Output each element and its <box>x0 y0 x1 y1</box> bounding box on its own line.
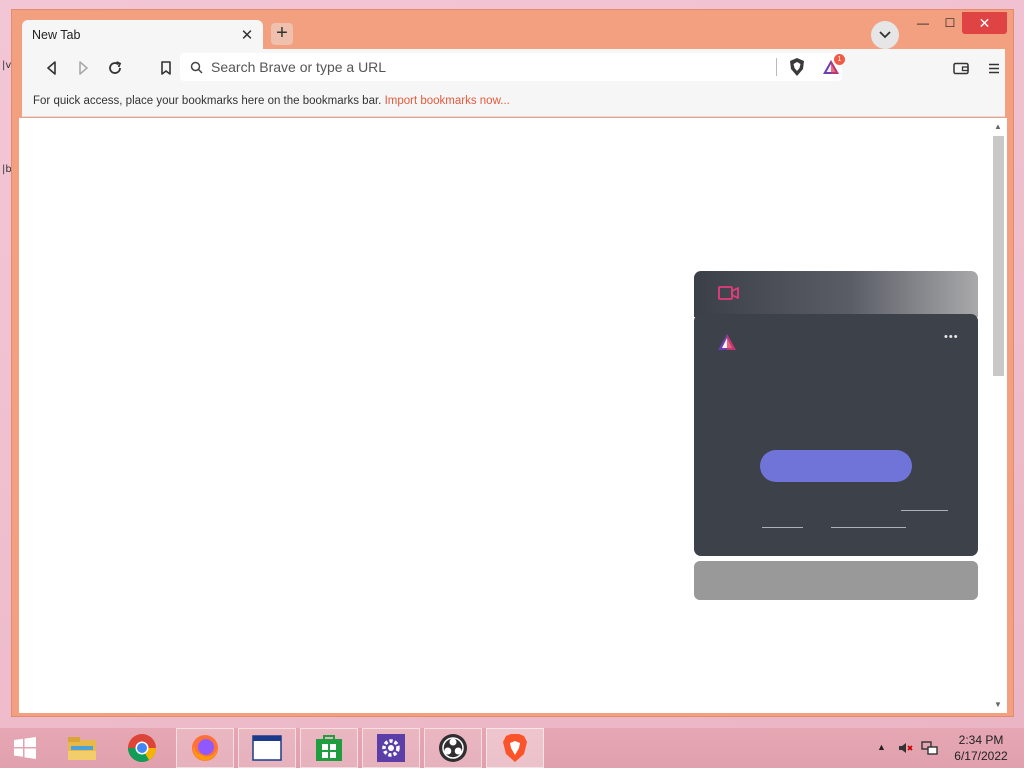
window-icon <box>252 735 282 761</box>
taskbar-chrome[interactable] <box>114 728 170 768</box>
scrollbar[interactable]: ▲ ▼ <box>990 118 1007 713</box>
address-bar[interactable]: 1 <box>180 53 845 82</box>
folder-icon <box>68 737 96 760</box>
clock-date: 6/17/2022 <box>954 749 1008 763</box>
bookmarks-bar-message: For quick access, place your bookmarks h… <box>33 95 382 107</box>
brave-lion-icon <box>503 734 527 762</box>
chrome-icon <box>128 734 156 762</box>
forward-icon <box>79 61 88 75</box>
panel-footer <box>694 561 978 600</box>
rewards-link[interactable] <box>762 527 803 528</box>
rewards-panel: ••• <box>694 314 978 556</box>
brave-rewards-button[interactable]: 1 <box>822 54 845 82</box>
rewards-link[interactable] <box>901 510 948 511</box>
search-icon <box>190 61 203 74</box>
scroll-up-icon[interactable]: ▲ <box>994 122 1002 131</box>
wallet-button[interactable] <box>951 58 971 78</box>
volume-muted-icon[interactable] <box>897 740 913 756</box>
clock-time: 2:34 PM <box>958 733 1004 747</box>
firefox-icon <box>192 735 218 761</box>
taskbar-file-explorer[interactable] <box>54 728 110 768</box>
tab-strip: New Tab ✕ + — ☐ ✕ <box>12 10 1013 49</box>
hamburger-menu-icon <box>989 63 999 73</box>
toolbar: 1 <box>22 49 1005 87</box>
store-icon <box>316 735 342 761</box>
forward-button[interactable] <box>73 58 93 78</box>
close-window-button[interactable]: ✕ <box>962 12 1007 34</box>
scroll-down-icon[interactable]: ▼ <box>994 700 1002 709</box>
panel-header <box>694 271 978 317</box>
taskbar-firefox[interactable] <box>176 728 234 768</box>
bookmark-icon <box>161 60 171 75</box>
more-options-icon[interactable]: ••• <box>944 331 959 343</box>
network-icon[interactable] <box>921 740 939 756</box>
settings-gear-icon <box>377 734 405 762</box>
taskbar-obs[interactable] <box>424 728 482 768</box>
taskbar-window-app[interactable] <box>238 728 296 768</box>
browser-window: New Tab ✕ + — ☐ ✕ Search Brave or type a… <box>11 9 1014 717</box>
obs-icon <box>439 734 467 762</box>
taskbar: ▲ 2:34 PM 6/17/2022 <box>0 728 1024 768</box>
tab-title: New Tab <box>32 27 81 42</box>
tab-close-icon[interactable]: ✕ <box>239 26 255 44</box>
reload-icon <box>109 61 122 74</box>
tab-new-tab[interactable]: New Tab ✕ <box>22 20 263 49</box>
import-bookmarks-link[interactable]: Import bookmarks now... <box>385 95 510 107</box>
menu-button[interactable] <box>984 58 1004 78</box>
taskbar-clock[interactable]: 2:34 PM 6/17/2022 <box>948 732 1014 764</box>
new-tab-button[interactable]: + <box>271 23 293 45</box>
chevron-down-icon <box>879 31 891 39</box>
divider <box>776 58 777 76</box>
brave-shields-button[interactable] <box>788 57 806 82</box>
rewards-badge: 1 <box>834 54 845 65</box>
windows-logo-icon <box>14 737 36 759</box>
start-button[interactable] <box>0 728 50 768</box>
reload-button[interactable] <box>105 58 125 78</box>
search-input[interactable] <box>211 59 771 75</box>
back-button[interactable] <box>42 58 62 78</box>
rewards-link[interactable] <box>831 527 906 528</box>
taskbar-settings[interactable] <box>362 728 420 768</box>
rewards-cta-button[interactable] <box>760 450 912 482</box>
tray-expand-icon[interactable]: ▲ <box>877 742 886 752</box>
taskbar-brave[interactable] <box>486 728 544 768</box>
back-icon <box>47 61 56 75</box>
brave-shield-icon <box>790 58 804 76</box>
brave-rewards-logo-icon <box>718 334 736 350</box>
taskbar-store[interactable] <box>300 728 358 768</box>
wallet-icon <box>953 62 969 74</box>
bookmark-button[interactable] <box>156 58 176 78</box>
bookmarks-bar: For quick access, place your bookmarks h… <box>22 87 1005 117</box>
scrollbar-thumb[interactable] <box>993 136 1004 376</box>
tab-search-button[interactable] <box>871 21 899 49</box>
video-camera-icon[interactable] <box>718 285 740 301</box>
